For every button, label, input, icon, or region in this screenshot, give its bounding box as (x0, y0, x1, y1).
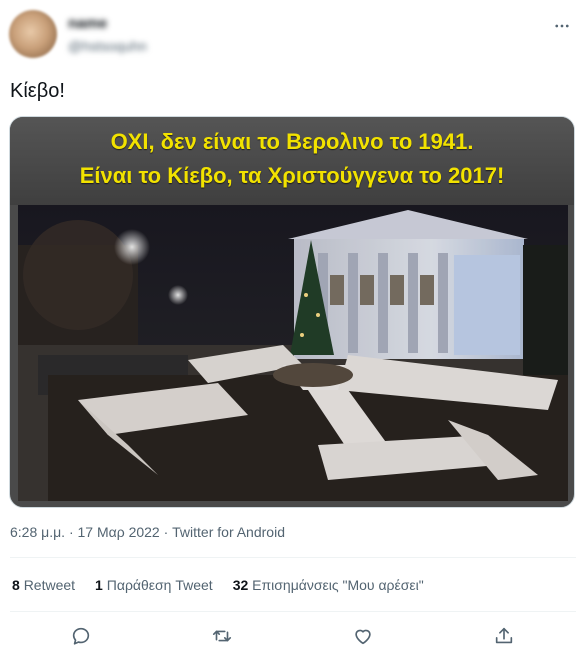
likes-label: Επισημάνσεις "Μου αρέσει" (252, 577, 424, 593)
likes-stat[interactable]: 32 Επισημάνσεις "Μου αρέσει" (233, 577, 424, 593)
user-handle[interactable]: @hstsoquhn (68, 36, 147, 56)
reply-icon (72, 627, 90, 645)
avatar[interactable] (9, 10, 57, 58)
more-horizontal-icon (555, 24, 569, 28)
more-options-button[interactable] (550, 14, 574, 38)
night-square-photo (18, 205, 568, 501)
quotes-label: Παράθεση Tweet (106, 577, 213, 593)
like-button[interactable] (352, 625, 376, 649)
tweet-timestamp[interactable]: 6:28 μ.μ. · 17 Μαρ 2022 · Twitter for An… (10, 524, 285, 540)
divider (10, 611, 576, 612)
tweet-actions (0, 622, 586, 652)
retweets-count: 8 (12, 577, 20, 593)
heart-icon (355, 629, 371, 645)
quotes-stat[interactable]: 1 Παράθεση Tweet (95, 577, 213, 593)
retweet-icon (212, 630, 232, 642)
divider (10, 557, 576, 558)
tweet-text: Κίεβο! (10, 80, 65, 102)
display-name[interactable]: name (68, 14, 147, 34)
quotes-count: 1 (95, 577, 103, 593)
retweets-label: Retweet (23, 577, 76, 593)
image-caption-line-2: Είναι το Κίεβο, τα Χριστούγγενα το 2017! (79, 163, 505, 188)
reply-button[interactable] (70, 625, 94, 649)
likes-count: 32 (232, 577, 249, 593)
retweet-button[interactable] (211, 625, 235, 649)
image-caption-banner: ΟΧΙ, δεν είναι το Βερολινο το 1941. Είνα… (10, 117, 574, 205)
image-caption-line-1: ΟΧΙ, δεν είναι το Βερολινο το 1941. (110, 129, 474, 154)
tweet-stats: 8 Retweet 1 Παράθεση Tweet 32 Επισημάνσε… (12, 577, 424, 593)
share-icon (495, 627, 513, 644)
user-info[interactable]: name @hstsoquhn (68, 14, 147, 56)
retweets-stat[interactable]: 8 Retweet (12, 577, 75, 593)
share-button[interactable] (493, 625, 517, 649)
tweet-media-image[interactable]: ΟΧΙ, δεν είναι το Βερολινο το 1941. Είνα… (9, 116, 575, 508)
tweet-header: name @hstsoquhn (0, 0, 586, 72)
